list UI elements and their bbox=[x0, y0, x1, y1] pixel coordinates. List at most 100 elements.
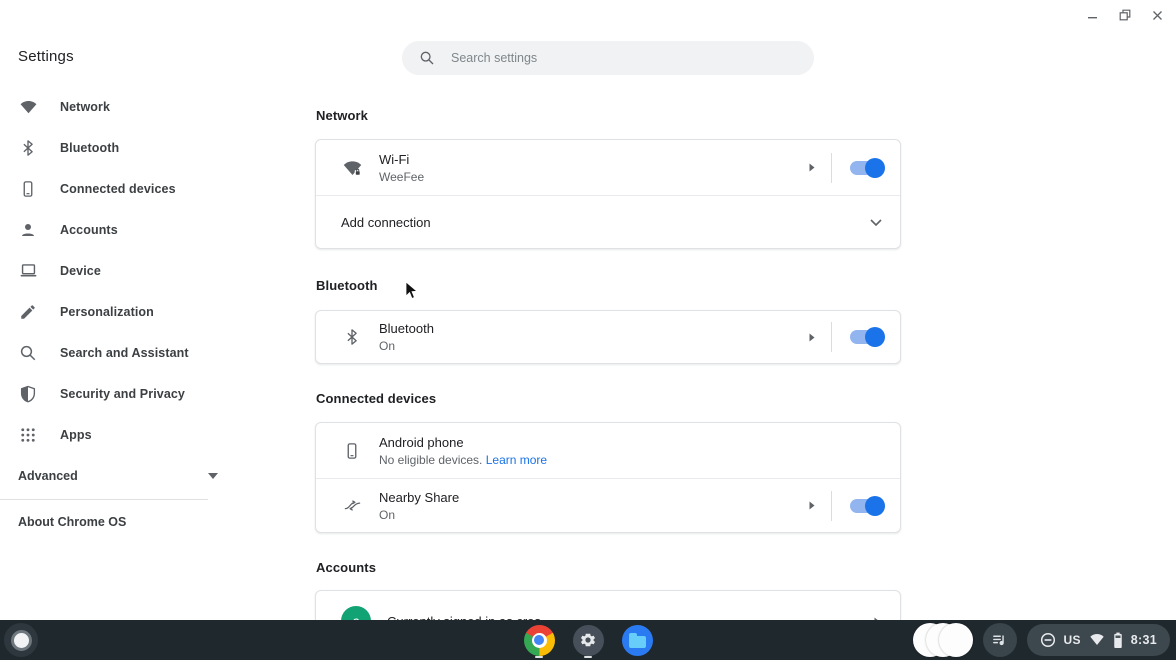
sidebar-nav: Network Bluetooth Connected devices Acco… bbox=[0, 86, 232, 496]
sidebar-item-label: Security and Privacy bbox=[60, 387, 185, 401]
row-separator bbox=[831, 153, 832, 183]
toggle-knob bbox=[865, 327, 885, 347]
wifi-lock-icon bbox=[341, 157, 363, 179]
sidebar-item-label: Accounts bbox=[60, 223, 118, 237]
smartphone-icon bbox=[18, 179, 38, 199]
sidebar-item-label: Device bbox=[60, 264, 101, 278]
sidebar-advanced-expander[interactable]: Advanced bbox=[0, 455, 232, 496]
sidebar-item-label: Apps bbox=[60, 428, 92, 442]
subpage-arrow-icon[interactable] bbox=[809, 163, 815, 172]
chrome-icon bbox=[524, 625, 555, 656]
sidebar-item-security-privacy[interactable]: Security and Privacy bbox=[0, 373, 232, 414]
wifi-toggle[interactable] bbox=[850, 161, 884, 175]
bluetooth-toggle[interactable] bbox=[850, 330, 884, 344]
sidebar-item-connected-devices[interactable]: Connected devices bbox=[0, 168, 232, 209]
row-separator bbox=[831, 322, 832, 352]
nearby-share-text: Nearby Share On bbox=[379, 490, 809, 522]
sidebar-item-device[interactable]: Device bbox=[0, 250, 232, 291]
sidebar-item-label: Network bbox=[60, 100, 110, 114]
laptop-icon bbox=[18, 261, 38, 281]
smartphone-icon bbox=[341, 440, 363, 462]
no-devices-text: No eligible devices. bbox=[379, 453, 482, 467]
nearby-share-icon bbox=[341, 495, 363, 517]
nearby-share-toggle[interactable] bbox=[850, 499, 884, 513]
bluetooth-row-text: Bluetooth On bbox=[379, 321, 809, 353]
clock: 8:31 bbox=[1131, 633, 1157, 647]
wifi-title: Wi-Fi bbox=[379, 152, 809, 167]
android-phone-text: Android phone No eligible devices. Learn… bbox=[379, 435, 900, 467]
do-not-disturb-icon bbox=[1040, 632, 1056, 648]
apps-grid-icon bbox=[18, 425, 38, 445]
sidebar-item-network[interactable]: Network bbox=[0, 86, 232, 127]
network-card: Wi-Fi WeeFee Add connection bbox=[315, 139, 901, 249]
mouse-cursor bbox=[405, 281, 418, 305]
subpage-arrow-icon[interactable] bbox=[809, 501, 815, 510]
folder-icon bbox=[622, 625, 653, 656]
running-indicator bbox=[535, 656, 543, 658]
media-controls-button[interactable] bbox=[983, 623, 1017, 657]
sidebar-item-apps[interactable]: Apps bbox=[0, 414, 232, 455]
toggle-knob bbox=[865, 496, 885, 516]
sidebar-item-label: Personalization bbox=[60, 305, 154, 319]
row-separator bbox=[831, 491, 832, 521]
search-icon bbox=[18, 343, 38, 363]
search-bar[interactable] bbox=[402, 41, 814, 75]
chrome-app-button[interactable] bbox=[523, 622, 555, 658]
sidebar-item-about-chromeos[interactable]: About Chrome OS bbox=[18, 512, 126, 532]
sidebar-item-label: Bluetooth bbox=[60, 141, 119, 155]
settings-app-button[interactable] bbox=[572, 622, 604, 658]
restore-icon bbox=[1119, 9, 1131, 21]
android-phone-row[interactable]: Android phone No eligible devices. Learn… bbox=[316, 423, 900, 478]
section-heading-network: Network bbox=[316, 108, 368, 123]
section-heading-connected-devices: Connected devices bbox=[316, 391, 436, 406]
close-button[interactable] bbox=[1146, 4, 1168, 26]
gear-icon bbox=[573, 625, 604, 656]
bluetooth-title: Bluetooth bbox=[379, 321, 809, 336]
shield-icon bbox=[18, 384, 38, 404]
section-heading-bluetooth: Bluetooth bbox=[316, 278, 378, 293]
wifi-icon bbox=[18, 97, 38, 117]
status-tray[interactable]: US 8:31 bbox=[1027, 624, 1171, 656]
caret-down-icon bbox=[208, 473, 218, 479]
close-icon bbox=[1152, 10, 1163, 21]
wifi-status-icon bbox=[1089, 633, 1105, 647]
bluetooth-icon bbox=[341, 326, 363, 348]
chevron-down-icon[interactable] bbox=[870, 219, 882, 226]
learn-more-link[interactable]: Learn more bbox=[486, 453, 547, 467]
battery-icon bbox=[1113, 632, 1123, 649]
shelf: US 8:31 bbox=[0, 620, 1176, 660]
shelf-status-area: US 8:31 bbox=[913, 620, 1171, 660]
files-app-button[interactable] bbox=[621, 622, 653, 658]
sidebar-item-search-assistant[interactable]: Search and Assistant bbox=[0, 332, 232, 373]
restore-button[interactable] bbox=[1114, 4, 1136, 26]
android-phone-title: Android phone bbox=[379, 435, 900, 450]
nearby-share-title: Nearby Share bbox=[379, 490, 809, 505]
window-controls bbox=[1082, 4, 1168, 26]
sidebar-item-bluetooth[interactable]: Bluetooth bbox=[0, 127, 232, 168]
search-icon bbox=[419, 50, 435, 66]
notification-card bbox=[939, 623, 973, 657]
notification-stack[interactable] bbox=[913, 623, 973, 657]
toggle-knob bbox=[865, 158, 885, 178]
bluetooth-row[interactable]: Bluetooth On bbox=[316, 311, 900, 363]
bluetooth-icon bbox=[18, 138, 38, 158]
minimize-button[interactable] bbox=[1082, 4, 1104, 26]
connected-devices-card: Android phone No eligible devices. Learn… bbox=[315, 422, 901, 533]
add-connection-label: Add connection bbox=[341, 215, 431, 230]
wifi-row[interactable]: Wi-Fi WeeFee bbox=[316, 140, 900, 195]
sidebar-item-label: Search and Assistant bbox=[60, 346, 189, 360]
keyboard-layout-label: US bbox=[1064, 633, 1081, 647]
pencil-icon bbox=[18, 302, 38, 322]
sidebar-divider bbox=[0, 499, 208, 500]
sidebar-item-personalization[interactable]: Personalization bbox=[0, 291, 232, 332]
person-icon bbox=[18, 220, 38, 240]
android-phone-status: No eligible devices. Learn more bbox=[379, 453, 900, 467]
sidebar-item-accounts[interactable]: Accounts bbox=[0, 209, 232, 250]
nearby-share-state: On bbox=[379, 508, 809, 522]
subpage-arrow-icon[interactable] bbox=[809, 333, 815, 342]
running-indicator bbox=[584, 656, 592, 658]
launcher-button[interactable] bbox=[4, 623, 38, 657]
nearby-share-row[interactable]: Nearby Share On bbox=[316, 479, 900, 532]
add-connection-row[interactable]: Add connection bbox=[316, 196, 900, 248]
search-input[interactable] bbox=[449, 50, 814, 66]
